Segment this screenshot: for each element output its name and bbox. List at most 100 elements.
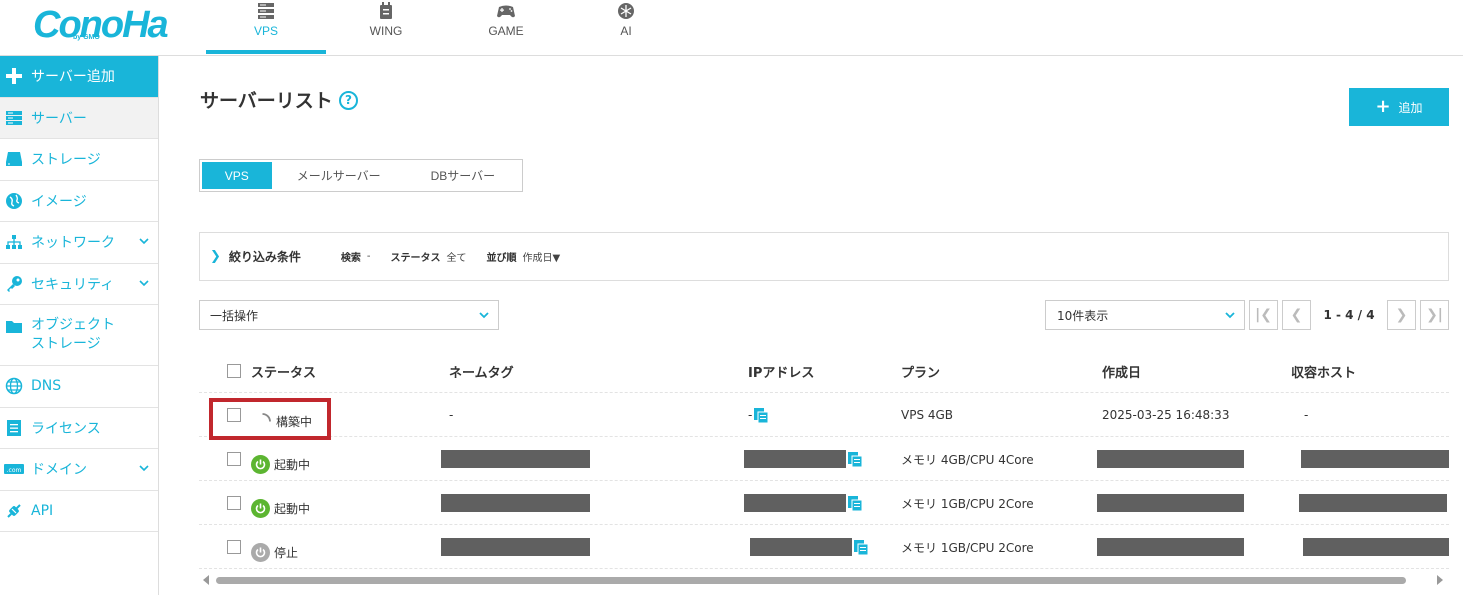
row-checkbox[interactable] [227, 496, 241, 510]
image-globe-icon [4, 192, 24, 210]
sidebar-item-domain[interactable]: .com ドメイン [0, 449, 158, 491]
sidebar-item-label: ライセンス [31, 420, 101, 437]
status-cell: 停止 [251, 530, 298, 574]
tab-mail-servers[interactable]: メールサーバー [272, 162, 406, 189]
chevron-right-icon: ❯ [210, 249, 221, 264]
table-row[interactable]: 起動中 メモリ 1GB/CPU 2Core [199, 481, 1449, 525]
col-status[interactable]: ステータス [251, 349, 316, 393]
sidebar-item-license[interactable]: ライセンス [0, 408, 158, 449]
storage-icon [4, 150, 24, 168]
sidebar-item-object-storage[interactable]: オブジェクト ストレージ [0, 305, 158, 366]
tab-db-servers[interactable]: DBサーバー [406, 162, 520, 189]
table-row[interactable]: 起動中 メモリ 4GB/CPU 4Core [199, 437, 1449, 481]
col-created[interactable]: 作成日 [1102, 349, 1141, 393]
col-ip-address[interactable]: IPアドレス [748, 349, 814, 393]
scrollbar-thumb[interactable] [216, 577, 1406, 584]
chevron-down-icon [139, 465, 149, 472]
sidebar-item-network[interactable]: ネットワーク [0, 222, 158, 264]
bulk-action-select[interactable]: 一括操作 [199, 300, 499, 330]
first-page-button[interactable]: |❮ [1249, 300, 1278, 330]
conoha-logo[interactable]: ConoHa by GMO [33, 4, 169, 46]
status-cell: 起動中 [251, 486, 310, 530]
server-stack-icon [258, 3, 274, 19]
col-plan[interactable]: プラン [901, 349, 940, 393]
next-page-button[interactable]: ❯ [1387, 300, 1416, 330]
top-header: ConoHa by GMO VPS WING GAME AI [0, 0, 1463, 56]
redacted-block [441, 538, 590, 556]
name-tag [441, 437, 590, 481]
redacted-block [744, 494, 846, 512]
table-header: ステータス ネームタグ IPアドレス プラン 作成日 収容ホスト [199, 349, 1449, 393]
sidebar-item-add-server[interactable]: サーバー追加 [0, 56, 158, 98]
sidebar-item-label: API [31, 502, 54, 519]
ip-cell [744, 481, 863, 525]
sidebar-item-label: イメージ [31, 193, 87, 210]
scroll-left-icon[interactable] [202, 575, 210, 585]
folder-icon [4, 317, 24, 335]
table-row[interactable]: 構築中 - - VPS 4GB 2025-03-25 16:48:33 - [199, 393, 1449, 437]
table-row[interactable]: 停止 メモリ 1GB/CPU 2Core [199, 525, 1449, 569]
sidebar-item-label: サーバー追加 [31, 69, 115, 86]
globe-icon [4, 377, 24, 395]
tab-vps-servers[interactable]: VPS [202, 162, 272, 189]
add-server-button[interactable]: + 追加 [1349, 88, 1449, 126]
chevron-down-icon [1225, 312, 1235, 319]
col-host[interactable]: 収容ホスト [1291, 349, 1356, 393]
plan: メモリ 4GB/CPU 4Core [901, 452, 1034, 467]
ip-cell [750, 525, 869, 569]
sidebar-item-label: ネットワーク [31, 235, 115, 252]
row-checkbox[interactable] [227, 452, 241, 466]
help-icon[interactable]: ? [339, 91, 358, 110]
sidebar-item-label: セキュリティ [31, 276, 115, 293]
col-name-tag[interactable]: ネームタグ [449, 349, 514, 393]
sidebar-item-security[interactable]: セキュリティ [0, 264, 158, 305]
prev-page-button[interactable]: ❮ [1282, 300, 1311, 330]
sidebar-item-storage[interactable]: ストレージ [0, 139, 158, 181]
network-icon [4, 233, 24, 251]
sidebar-item-image[interactable]: イメージ [0, 181, 158, 222]
ip-cell: - [748, 393, 769, 437]
horizontal-scrollbar[interactable] [200, 572, 1450, 587]
tab-game[interactable]: GAME [446, 0, 566, 54]
tab-wing[interactable]: WING [326, 0, 446, 54]
plus-icon: + [1375, 96, 1391, 117]
server-table: ステータス ネームタグ IPアドレス プラン 作成日 収容ホスト 構築中 - -… [199, 349, 1449, 569]
filter-status-label: ステータス [390, 253, 441, 264]
name-tag [441, 481, 590, 525]
sidebar: サーバー追加 サーバー ストレージ イメージ ネットワーク セキュリティ オブジ… [0, 56, 159, 595]
filter-bar[interactable]: ❯ 絞り込み条件 検索 - ステータス 全て 並び順 作成日▼ [199, 232, 1449, 281]
sidebar-item-server[interactable]: サーバー [0, 97, 158, 139]
redacted-block [1303, 538, 1449, 556]
filter-sort-value: 作成日▼ [522, 253, 561, 264]
copy-icon[interactable] [852, 539, 869, 556]
plan: VPS 4GB [901, 408, 954, 422]
tab-label: VPS [253, 24, 278, 38]
redacted-block [1097, 450, 1244, 468]
copy-icon[interactable] [846, 451, 863, 468]
logo-sub: by GMO [73, 34, 100, 41]
created-date [1097, 481, 1244, 525]
sidebar-item-api[interactable]: API [0, 491, 158, 532]
api-icon [4, 502, 24, 520]
tab-ai[interactable]: AI [566, 0, 686, 54]
sidebar-item-dns[interactable]: DNS [0, 366, 158, 408]
row-checkbox[interactable] [227, 540, 241, 554]
tab-label: AI [620, 24, 632, 38]
per-page-select[interactable]: 10件表示 [1045, 300, 1245, 330]
tab-vps[interactable]: VPS [206, 0, 326, 54]
wing-icon [380, 2, 392, 19]
redacted-block [1299, 494, 1447, 512]
redacted-block [1301, 450, 1449, 468]
power-off-icon [251, 542, 270, 562]
last-page-button[interactable]: ❯| [1420, 300, 1449, 330]
redacted-block [441, 450, 590, 468]
page-title: サーバーリスト [200, 90, 333, 112]
domain-icon: .com [4, 460, 24, 478]
select-all-checkbox[interactable] [227, 364, 241, 378]
filter-title: 絞り込み条件 [228, 250, 301, 264]
status-text: 起動中 [274, 457, 311, 472]
scroll-right-icon[interactable] [1436, 575, 1444, 585]
copy-icon[interactable] [846, 495, 863, 512]
redacted-block [1097, 538, 1244, 556]
copy-icon[interactable] [752, 407, 769, 424]
